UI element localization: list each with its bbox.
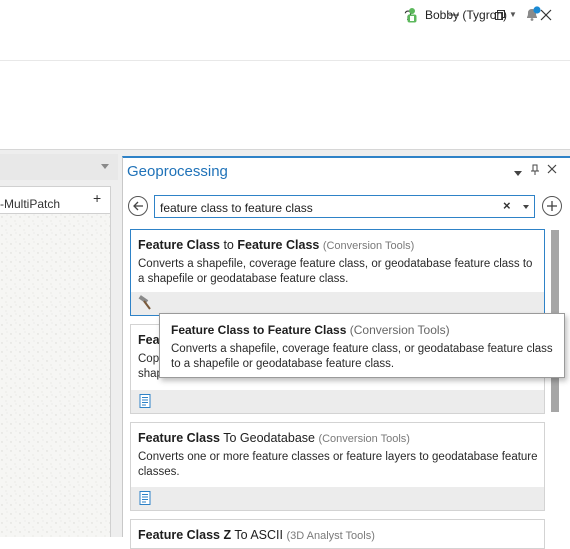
pin-icon[interactable] (530, 164, 540, 176)
arrow-left-icon (133, 201, 143, 211)
result-name-part: To Geodatabase (219, 431, 319, 445)
result-title: Feature Class to Feature Class (Conversi… (138, 238, 414, 252)
search-input-value[interactable]: feature class to feature class (160, 201, 313, 215)
result-description: Converts one or more feature classes or … (138, 451, 538, 478)
user-icon[interactable] (405, 7, 419, 23)
pane-options-chevron-icon[interactable] (514, 171, 522, 176)
result-footer (131, 390, 544, 413)
result-title: Fea (138, 333, 160, 347)
result-toolbox: (Conversion Tools) (322, 240, 415, 252)
add-button[interactable] (542, 196, 562, 216)
tooltip-description: Converts a shapefile, coverage feature c… (171, 343, 553, 370)
result-footer (131, 292, 544, 315)
user-name[interactable]: Bobby (Tygron) (425, 8, 507, 22)
result-name-part: Feature Class (237, 238, 320, 252)
result-description: Converts a shapefile, coverage feature c… (138, 258, 533, 285)
result-toolbox: (Conversion Tools) (318, 433, 410, 445)
result-name-part: Feature Class (138, 238, 220, 252)
chevron-down-icon[interactable] (101, 164, 109, 169)
back-button[interactable] (128, 196, 148, 216)
map-tab-label: -MultiPatch (0, 197, 61, 211)
notification-bell-icon[interactable] (524, 6, 542, 22)
list-item[interactable]: Feature Class To Geodatabase (Conversion… (130, 422, 545, 511)
script-icon (139, 394, 151, 408)
close-pane-icon[interactable] (547, 164, 557, 174)
plus-icon (547, 201, 557, 211)
tooltip-toolbox: (Conversion Tools) (349, 323, 450, 337)
tooltip-title: Feature Class to Feature Class (Conversi… (171, 323, 450, 337)
result-title: Feature Class To Geodatabase (Conversion… (138, 431, 410, 445)
result-name-part: Feature Class (138, 528, 220, 542)
list-item[interactable]: Feature Class to Feature Class (Conversi… (130, 229, 545, 316)
list-item[interactable]: Feature Class Z To ASCII (3D Analyst Too… (130, 519, 545, 549)
search-dropdown-chevron-icon[interactable] (523, 205, 529, 209)
pane-title: Geoprocessing (127, 163, 228, 180)
result-name-part: Fea (138, 333, 160, 347)
ribbon-area (0, 61, 570, 149)
result-toolbox: (3D Analyst Tools) (286, 530, 375, 542)
tooltip-tool-name: Feature Class to Feature Class (171, 323, 347, 337)
chevron-down-icon[interactable]: ▼ (509, 10, 517, 19)
result-name-part: To ASCII (231, 528, 287, 542)
script-icon (139, 491, 151, 505)
tooltip: Feature Class to Feature Class (Conversi… (159, 313, 565, 378)
result-title: Feature Class Z To ASCII (3D Analyst Too… (138, 528, 375, 542)
clear-search-button[interactable]: × (503, 198, 511, 213)
result-name-part: Z (219, 528, 232, 542)
result-footer (131, 487, 544, 510)
hammer-icon (138, 295, 151, 310)
user-bar (0, 30, 570, 60)
add-map-button[interactable]: + (93, 190, 101, 206)
result-name-part: Feature Class (138, 431, 220, 445)
result-name-part: to (219, 238, 238, 252)
result-desc-part: Cop (138, 353, 160, 365)
map-texture (0, 214, 110, 537)
map-canvas[interactable] (0, 214, 111, 537)
